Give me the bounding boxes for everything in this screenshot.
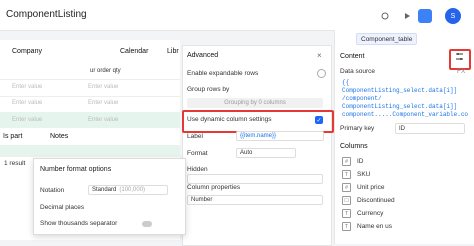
selected-row[interactable] [0, 145, 180, 157]
primary-key-label: Primary key [340, 125, 375, 132]
column-type-icon: T [342, 170, 351, 179]
col-calendar[interactable]: Calendar [120, 48, 148, 55]
hidden-label: Hidden [187, 166, 208, 173]
partial-header: ur order qty [90, 68, 121, 74]
decimal-label: Decimal places [40, 204, 85, 211]
code-line: {{ [342, 79, 350, 86]
avatar[interactable]: S [445, 8, 461, 24]
col-libr[interactable]: Libr [167, 48, 179, 55]
cell-input[interactable]: Enter value [88, 100, 118, 106]
column-type-icon: T [342, 222, 351, 231]
cell-input[interactable]: Enter value [88, 84, 118, 90]
thousands-label: Show thousands separator [40, 220, 118, 227]
notation-hint: (100,000) [119, 187, 146, 193]
sliders-highlight [449, 49, 471, 70]
primary-key-select[interactable]: ID [395, 123, 465, 134]
play-icon[interactable] [400, 9, 414, 23]
radio-icon[interactable] [317, 69, 326, 78]
format-label: Format [187, 150, 208, 157]
cell-input[interactable]: Enter value [12, 100, 42, 106]
hidden-input[interactable] [187, 174, 323, 184]
column-type-icon: ☐ [342, 196, 351, 205]
divider [0, 96, 180, 97]
settings-icon[interactable] [378, 9, 392, 23]
list-item[interactable]: T Currency [342, 207, 466, 220]
label-input[interactable]: {{item.name}} [236, 131, 324, 141]
columns-title: Columns [340, 143, 368, 150]
close-icon[interactable]: × [317, 51, 322, 60]
cell-input[interactable]: Enter value [12, 84, 42, 90]
code-line: component.....Component_variable.co [342, 111, 469, 118]
label-label: Label [187, 133, 203, 140]
data-source-label: Data source [340, 68, 376, 75]
pk-value: ID [399, 125, 405, 132]
list-item[interactable]: ☐ Discontinued [342, 194, 466, 207]
column-type-icon: T [342, 209, 351, 218]
advanced-title: Advanced [187, 52, 219, 59]
notation-select[interactable]: Standard (100,000) [88, 185, 168, 195]
code-line: ComponentListing_select.data[i]] [342, 103, 458, 110]
notation-label: Notation [40, 187, 65, 194]
share-button[interactable] [418, 9, 432, 23]
column-type-icon: # [342, 183, 351, 192]
group-rows-label[interactable]: Group rows by [187, 86, 229, 93]
list-item[interactable]: # Unit price [342, 181, 466, 194]
popup-title: Number format options [40, 166, 112, 173]
number-value: Number [191, 197, 213, 203]
notation-value: Standard [92, 187, 117, 193]
format-select[interactable]: Auto [236, 148, 296, 158]
cell-input[interactable]: Enter value [88, 117, 118, 123]
list-item[interactable]: # ID [342, 155, 466, 168]
fx-label[interactable]: FX [457, 68, 465, 75]
column-properties-select[interactable]: Number [187, 195, 323, 205]
format-value: Auto [240, 150, 253, 156]
code-line: /component/ [342, 95, 382, 102]
expandable-rows-label[interactable]: Enable expandable rows [187, 70, 258, 77]
checkbox-checked-icon[interactable]: ✓ [315, 116, 323, 124]
grouping-chip: Grouping by 0 columns [187, 98, 323, 108]
cell-input[interactable]: Enter value [12, 117, 42, 123]
result-count: 1 result [4, 160, 26, 167]
thousands-toggle[interactable] [142, 221, 152, 227]
app-title: ComponentListing [6, 9, 87, 20]
column-type-icon: # [342, 157, 351, 166]
data-source-code[interactable]: {{ ComponentListing_select.data[i]] /com… [342, 79, 469, 119]
divider [0, 79, 180, 80]
code-line: ComponentListing_select.data[i]] [342, 87, 458, 94]
col-notes[interactable]: Notes [50, 133, 68, 140]
component-tab[interactable]: Component_table [356, 33, 418, 45]
list-item[interactable]: T Name en us [342, 220, 466, 233]
col-company[interactable]: Company [12, 48, 42, 55]
content-title: Content [340, 53, 365, 60]
columns-list: # ID T SKU # Unit price ☐ Discontinued T Curr… [342, 155, 466, 233]
list-item[interactable]: T SKU [342, 168, 466, 181]
column-properties-label: Column properties [187, 184, 241, 191]
col-is-part[interactable]: Is part [3, 133, 22, 140]
dynamic-settings-label[interactable]: Use dynamic column settings [187, 116, 272, 123]
